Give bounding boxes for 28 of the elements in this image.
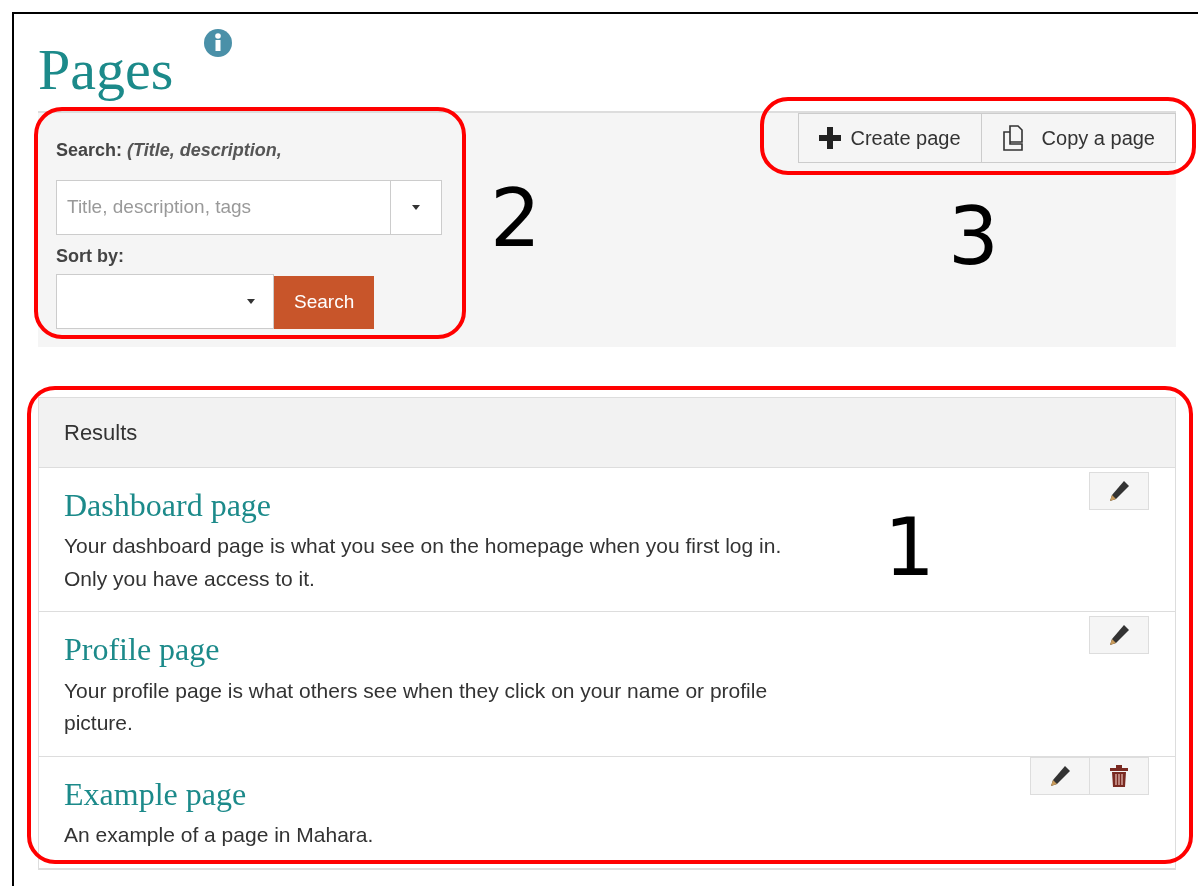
caret-icon (412, 204, 420, 210)
sort-label: Sort by: (56, 244, 125, 268)
page-description: An example of a page in Mahara. (64, 822, 375, 849)
search-field[interactable]: Title, description, tags (56, 179, 390, 235)
search-label: Search: (Title, description, (56, 138, 282, 162)
delete-button[interactable] (1089, 756, 1149, 795)
caret-icon (247, 298, 255, 304)
pencil-icon (1048, 763, 1072, 788)
copy-page-button[interactable]: Copy a page (980, 112, 1176, 163)
pencil-icon (1107, 623, 1131, 648)
create-page-button[interactable]: Create page (797, 112, 982, 163)
edit-button[interactable] (1089, 616, 1149, 655)
search-button[interactable]: Search (274, 275, 375, 329)
edit-button[interactable] (1030, 756, 1090, 795)
page-link[interactable]: Profile page (64, 630, 1089, 669)
trash-icon (1109, 763, 1129, 788)
edit-button[interactable] (1089, 471, 1149, 510)
callout-number: 2 (490, 178, 541, 259)
callout-number: 1 (884, 507, 935, 588)
page-description: Your profile page is what others see when they click on your name or profile picture. (64, 677, 769, 737)
callout-number: 3 (948, 196, 999, 277)
plus-icon (818, 126, 841, 149)
page-link[interactable]: Example page (64, 774, 1030, 814)
page-title: Pages (38, 40, 174, 101)
pencil-icon (1107, 478, 1131, 503)
results-heading: Results (39, 397, 1175, 468)
info-icon[interactable] (203, 28, 234, 58)
page-description: Your dashboard page is what you see on the homepage when you first log in. Only you have access to it. (64, 533, 783, 592)
